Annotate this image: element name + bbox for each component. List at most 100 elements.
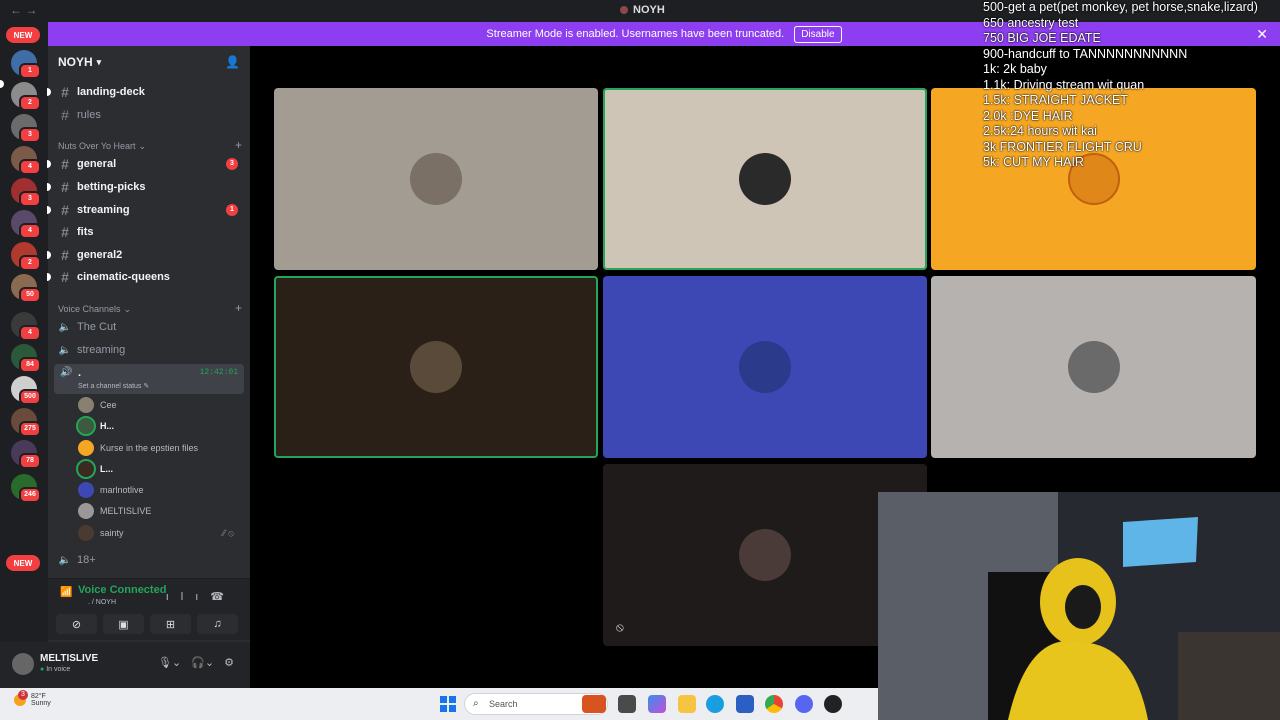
participant-avatar [410, 341, 462, 393]
channel-streaming[interactable]: # streaming 1 [47, 200, 244, 220]
task-view-icon[interactable] [618, 695, 636, 713]
server-icon-9[interactable]: 4 [11, 312, 41, 341]
search-placeholder: Search [489, 699, 518, 709]
copilot-icon[interactable] [648, 695, 666, 713]
channel-cinematic-queens[interactable]: # cinematic-queens [47, 267, 244, 287]
new-badge-bottom[interactable]: NEW [6, 555, 40, 571]
channel-general[interactable]: # general 3 [47, 154, 244, 174]
channel-general2[interactable]: # general2 [47, 245, 244, 265]
hash-icon: # [61, 84, 69, 100]
active-voice-channel[interactable]: 🔊 . Set a channel status ✎ 12:42:01 [54, 364, 244, 394]
user-name[interactable]: MELTISLIVE [40, 653, 98, 664]
add-channel-icon[interactable]: + [235, 301, 242, 315]
server-icon-1[interactable]: 1 [11, 50, 41, 79]
server-icon-8[interactable]: 50 [11, 274, 41, 303]
voice-member[interactable]: sainty ⁄⁄ ⦸ [78, 524, 238, 542]
member-name: H... [100, 421, 115, 431]
windows-start-icon[interactable] [440, 696, 456, 712]
channel-label: general2 [77, 249, 123, 261]
participant-avatar [410, 153, 462, 205]
server-icon-5[interactable]: 3 [11, 178, 41, 207]
disable-button[interactable]: Disable [794, 25, 842, 43]
hash-icon: # [61, 269, 69, 285]
category-nuts-over-yo-heart[interactable]: Nuts Over Yo Heart ⌄ + [58, 138, 242, 152]
soundboard-button[interactable]: ♫ [197, 614, 238, 634]
voice-channel-streaming[interactable]: 🔈 streaming [56, 340, 244, 360]
status-dot-icon: ● [40, 666, 45, 673]
gear-icon[interactable]: ⚙ [224, 656, 234, 669]
server-icon-2[interactable]: 2 [11, 82, 41, 111]
speaker-icon: 🔈 [58, 554, 72, 566]
voice-member[interactable]: L... [76, 459, 238, 479]
server-icon-12[interactable]: 275 [11, 408, 41, 437]
participant-tile[interactable] [274, 88, 598, 270]
new-badge-top[interactable]: NEW [6, 27, 40, 43]
avatar[interactable] [12, 653, 34, 675]
server-badge: 1 [19, 63, 41, 79]
server-icon-4[interactable]: 4 [11, 146, 41, 175]
voice-channel-the-cut[interactable]: 🔈 The Cut [56, 317, 244, 337]
server-icon-7[interactable]: 2 [11, 242, 41, 271]
voice-member[interactable]: H... [76, 416, 238, 436]
server-icon-11[interactable]: 500 [11, 376, 41, 405]
server-header[interactable]: NOYH ▾ 👤 [48, 46, 250, 78]
server-icon-14[interactable]: 246 [11, 474, 41, 503]
server-icon-10[interactable]: 84 [11, 344, 41, 373]
server-icon-13[interactable]: 78 [11, 440, 41, 469]
headphones-icon[interactable]: 🎧⌄ [191, 656, 214, 669]
add-member-icon[interactable]: 👤 [225, 55, 240, 69]
voice-connected-subtitle[interactable]: . / NOYH [88, 599, 116, 606]
share-screen-button[interactable]: ▣ [103, 614, 144, 634]
activities-button[interactable]: ⊞ [150, 614, 191, 634]
weather-desc: Sunny [30, 700, 51, 707]
avatar [78, 503, 94, 519]
speaker-icon: 🔊 [60, 367, 73, 378]
hash-icon: # [61, 247, 69, 263]
server-icon [620, 6, 628, 14]
channel-fits[interactable]: # fits [56, 222, 244, 242]
add-channel-icon[interactable]: + [235, 138, 242, 152]
channel-status-text: Set a channel status [78, 383, 142, 390]
voice-member[interactable]: MELTISLIVE [78, 502, 238, 520]
weather-temp: 82°F [30, 693, 46, 700]
hash-icon: # [61, 156, 69, 172]
set-channel-status[interactable]: Set a channel status ✎ [78, 382, 149, 390]
channel-betting-picks[interactable]: # betting-picks [47, 177, 244, 197]
noise-and-disconnect-icons[interactable]: ılı☎ [166, 590, 236, 603]
participant-tile[interactable] [931, 276, 1256, 458]
voice-member[interactable]: Kurse in the epstien files [78, 439, 238, 457]
unread-pill [47, 251, 51, 259]
server-badge: 4 [19, 159, 41, 175]
participant-tile[interactable] [603, 276, 927, 458]
back-forward-icons[interactable]: ← → [10, 3, 37, 17]
channel-landing-deck[interactable]: # landing-deck [47, 82, 244, 102]
camera-off-button[interactable]: ⊘ [56, 614, 97, 634]
taskbar-app-icon[interactable] [582, 695, 606, 713]
microphone-icon[interactable]: 🎙⌄ [158, 656, 181, 669]
file-explorer-icon[interactable] [678, 695, 696, 713]
channel-label: landing-deck [77, 86, 145, 98]
voice-member[interactable]: Cee [78, 396, 238, 414]
server-icon-6[interactable]: 4 [11, 210, 41, 239]
channel-rules[interactable]: # rules [56, 105, 244, 125]
discord-icon[interactable] [795, 695, 813, 713]
active-voice-name: . [78, 367, 82, 379]
server-badge: 500 [19, 389, 41, 405]
hash-icon: # [61, 224, 69, 240]
taskbar-app-icon[interactable] [824, 695, 842, 713]
voice-channel-18plus[interactable]: 🔈 18+ [56, 550, 244, 570]
server-icon-3[interactable]: 3 [11, 114, 41, 143]
participant-tile-speaking[interactable] [274, 276, 598, 458]
store-icon[interactable] [736, 695, 754, 713]
voice-member[interactable]: marlnotlive [78, 481, 238, 499]
chevron-down-icon: ⌄ [138, 141, 147, 151]
chevron-down-icon: ▾ [96, 56, 102, 67]
edge-icon[interactable] [706, 695, 724, 713]
category-voice-channels[interactable]: Voice Channels ⌄ + [58, 301, 242, 315]
unread-pill [47, 206, 51, 214]
server-badge: 275 [19, 421, 41, 437]
voice-action-buttons: ⊘ ▣ ⊞ ♫ [56, 614, 244, 634]
category-label: Voice Channels [58, 304, 121, 314]
participant-tile-speaking[interactable] [603, 88, 927, 270]
chrome-icon[interactable] [765, 695, 783, 713]
